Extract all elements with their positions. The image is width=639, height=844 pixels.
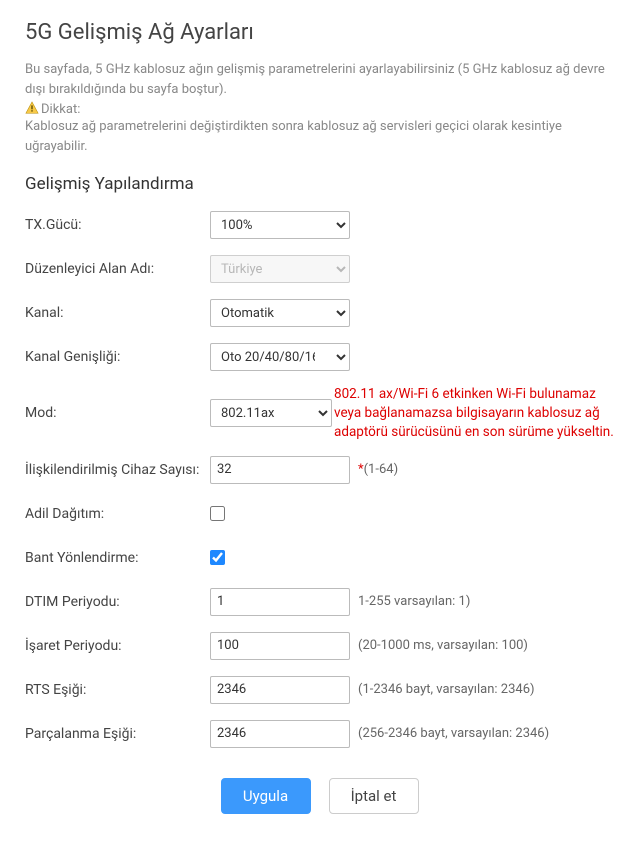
- warning-row: Dikkat:: [25, 101, 614, 117]
- rts-input[interactable]: [210, 676, 350, 704]
- beacon-input[interactable]: [210, 632, 350, 660]
- rts-hint: (1-2346 bayt, varsayılan: 2346): [358, 682, 535, 697]
- warning-note: Kablosuz ağ parametrelerini değiştirdikt…: [25, 117, 614, 156]
- mode-label: Mod:: [25, 405, 210, 421]
- fair-dist-label: Adil Dağıtım:: [25, 506, 210, 522]
- dtim-input[interactable]: [210, 588, 350, 616]
- cancel-button[interactable]: İptal et: [329, 778, 419, 814]
- fair-dist-checkbox[interactable]: [210, 506, 225, 521]
- assoc-count-hint: *(1-64): [358, 462, 398, 477]
- dtim-hint: 1-255 varsayılan: 1): [358, 594, 470, 609]
- channel-select[interactable]: Otomatik: [210, 299, 350, 327]
- tx-power-label: TX.Gücü:: [25, 217, 210, 233]
- frag-input[interactable]: [210, 720, 350, 748]
- assoc-count-label: İlişkilendirilmiş Cihaz Sayısı:: [25, 462, 210, 478]
- section-title: Gelişmiş Yapılandırma: [25, 174, 614, 194]
- apply-button[interactable]: Uygula: [221, 778, 311, 814]
- page-title: 5G Gelişmiş Ağ Ayarları: [25, 20, 614, 45]
- channel-width-label: Kanal Genişliği:: [25, 349, 210, 365]
- warning-label: Dikkat:: [41, 102, 80, 117]
- page-description: Bu sayfada, 5 GHz kablosuz ağın gelişmiş…: [25, 60, 614, 99]
- channel-label: Kanal:: [25, 305, 210, 321]
- mode-select[interactable]: 802.11ax: [210, 399, 332, 427]
- beacon-hint: (20-1000 ms, varsayılan: 100): [358, 638, 528, 653]
- assoc-count-input[interactable]: [210, 456, 350, 484]
- band-steering-label: Bant Yönlendirme:: [25, 550, 210, 566]
- frag-hint: (256-2346 bayt, varsayılan: 2346): [358, 726, 549, 741]
- tx-power-select[interactable]: 100%: [210, 211, 350, 239]
- band-steering-checkbox[interactable]: [210, 550, 225, 565]
- channel-width-select[interactable]: Oto 20/40/80/160 MHz: [210, 343, 350, 371]
- reg-domain-label: Düzenleyici Alan Adı:: [25, 261, 210, 277]
- reg-domain-select: Türkiye: [210, 255, 350, 283]
- warning-icon: [25, 101, 39, 115]
- dtim-label: DTIM Periyodu:: [25, 594, 210, 610]
- frag-label: Parçalanma Eşiği:: [25, 726, 210, 742]
- rts-label: RTS Eşiği:: [25, 682, 210, 698]
- beacon-label: İşaret Periyodu:: [25, 638, 210, 654]
- mode-warning-text: 802.11 ax/Wi-Fi 6 etkinken Wi-Fi bulunam…: [334, 385, 614, 442]
